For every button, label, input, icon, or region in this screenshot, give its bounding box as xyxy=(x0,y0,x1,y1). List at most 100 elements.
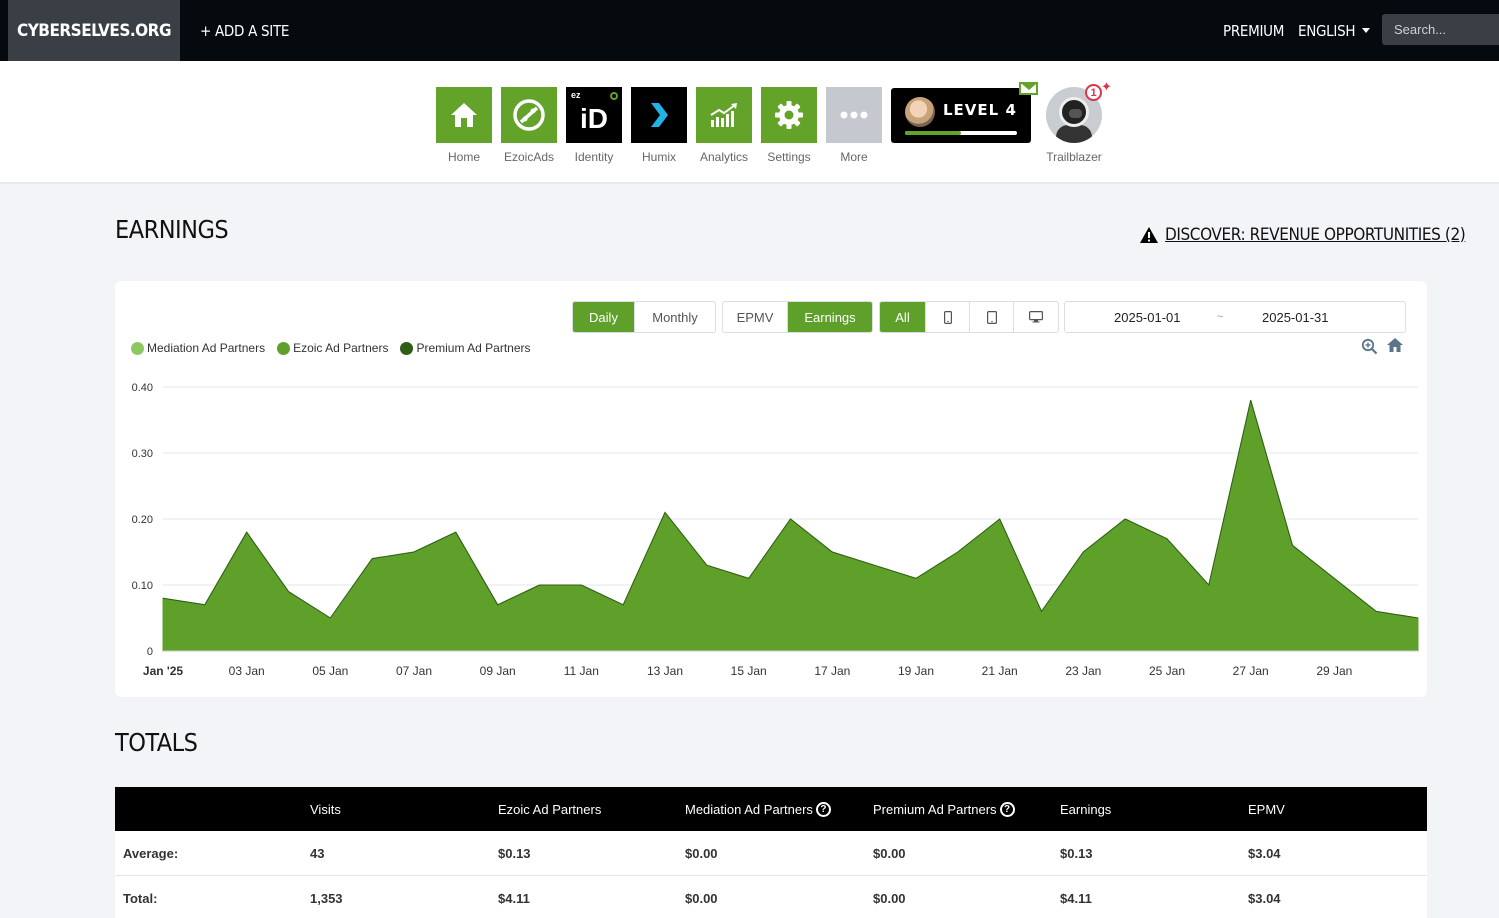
x-tick-label: 21 Jan xyxy=(982,664,1018,678)
legend-item-mediation[interactable]: Mediation Ad Partners xyxy=(131,341,265,355)
add-site-link[interactable]: + ADD A SITE xyxy=(200,0,289,61)
level-label: LEVEL 4 xyxy=(943,101,1017,119)
totals-table: Visits Ezoic Ad Partners Mediation Ad Pa… xyxy=(115,787,1427,918)
app-humix[interactable]: Humix xyxy=(631,87,687,164)
x-tick-label: 11 Jan xyxy=(564,664,599,678)
earnings-button[interactable]: Earnings xyxy=(788,302,872,332)
period-toggle: Daily Monthly xyxy=(572,301,716,333)
app-more[interactable]: More xyxy=(826,87,882,164)
identity-ez-text: ez xyxy=(571,90,581,100)
x-tick-label: 27 Jan xyxy=(1233,664,1269,678)
row-label: Total: xyxy=(123,891,158,906)
table-row: Total: 1,353 $4.11 $0.00 $0.00 $4.11 $3.… xyxy=(115,876,1427,918)
humix-icon xyxy=(651,103,668,127)
cell-premium: $0.00 xyxy=(873,891,906,906)
tablet-button[interactable] xyxy=(970,302,1014,332)
home-icon xyxy=(451,103,477,127)
y-tick-label: 0.40 xyxy=(132,382,153,394)
earnings-area-chart: 0 0.10 0.20 0.30 0.40 Jan '25 03 Jan 05 Jan 07 J… xyxy=(132,382,1419,678)
help-icon[interactable]: ? xyxy=(815,801,831,817)
identity-icon: iD xyxy=(580,103,608,134)
end-date[interactable]: 2025-01-31 xyxy=(1262,310,1329,325)
cell-mediation: $0.00 xyxy=(685,846,718,861)
notification-badge[interactable]: 1 xyxy=(1085,84,1102,101)
epmv-button[interactable]: EPMV xyxy=(723,302,788,332)
discover-revenue-link[interactable]: DISCOVER: REVENUE OPPORTUNITIES (2) xyxy=(1139,225,1466,245)
all-devices-button[interactable]: All xyxy=(880,302,926,332)
cell-mediation: $0.00 xyxy=(685,891,718,906)
x-tick-label: 09 Jan xyxy=(480,664,516,678)
x-tick-label: Jan '25 xyxy=(143,664,184,678)
legend-item-ezoic[interactable]: Ezoic Ad Partners xyxy=(277,341,388,355)
area-series-2 xyxy=(162,400,1419,652)
x-tick-label: 17 Jan xyxy=(814,664,850,678)
table-row: Average: 43 $0.13 $0.00 $0.00 $0.13 $3.0… xyxy=(115,831,1427,876)
daily-button[interactable]: Daily xyxy=(573,302,635,332)
x-tick-label: 15 Jan xyxy=(731,664,767,678)
y-tick-label: 0 xyxy=(147,646,153,658)
discover-link-text: DISCOVER: REVENUE OPPORTUNITIES (2) xyxy=(1165,225,1466,245)
sparkle-icon: ✦ xyxy=(1101,79,1112,94)
site-brand[interactable]: CYBERSELVES.ORG xyxy=(8,0,180,61)
col-visits: Visits xyxy=(310,801,341,817)
app-identity[interactable]: ez iD Identity xyxy=(566,87,622,164)
table-header: Visits Ezoic Ad Partners Mediation Ad Pa… xyxy=(115,787,1427,831)
date-range-picker[interactable]: 2025-01-01 ~ 2025-01-31 xyxy=(1064,301,1406,333)
col-premium: Premium Ad Partners? xyxy=(873,801,1015,817)
cell-visits: 1,353 xyxy=(310,891,343,906)
earnings-title: EARNINGS xyxy=(115,215,229,244)
mail-icon[interactable] xyxy=(1019,82,1038,95)
x-tick-label: 23 Jan xyxy=(1065,664,1101,678)
y-tick-label: 0.30 xyxy=(132,448,153,460)
avatar xyxy=(905,97,935,127)
app-home[interactable]: Home xyxy=(436,87,492,164)
reset-zoom-home-icon[interactable] xyxy=(1386,337,1404,353)
cell-earnings: $4.11 xyxy=(1060,891,1092,906)
search-input[interactable] xyxy=(1382,14,1499,45)
row-label: Average: xyxy=(123,846,179,861)
tablet-icon xyxy=(986,310,997,324)
app-analytics[interactable]: Analytics xyxy=(696,87,752,164)
trailblazer-label: Trailblazer xyxy=(1046,150,1102,164)
legend-item-premium[interactable]: Premium Ad Partners xyxy=(400,341,531,355)
top-bar: CYBERSELVES.ORG + ADD A SITE PREMIUM ENG… xyxy=(0,0,1499,61)
chart-legend: Mediation Ad Partners Ezoic Ad Partners … xyxy=(131,341,543,355)
app-label: More xyxy=(840,150,868,164)
premium-link[interactable]: PREMIUM xyxy=(1223,0,1284,61)
x-tick-label: 29 Jan xyxy=(1316,664,1352,678)
col-epmv: EPMV xyxy=(1248,801,1285,817)
cell-ezoic: $0.13 xyxy=(498,846,531,861)
date-separator: ~ xyxy=(1217,311,1224,323)
more-dots-icon xyxy=(840,111,868,119)
identity-dot-icon xyxy=(610,92,618,100)
language-dropdown[interactable]: ENGLISH xyxy=(1298,0,1371,61)
x-tick-label: 13 Jan xyxy=(647,664,683,678)
help-icon[interactable]: ? xyxy=(999,801,1015,817)
ezoic-ads-icon xyxy=(513,99,545,131)
zoom-icon[interactable] xyxy=(1361,338,1378,355)
monthly-button[interactable]: Monthly xyxy=(635,302,715,332)
analytics-icon xyxy=(710,103,737,127)
app-ezoicads[interactable]: EzoicAds xyxy=(501,87,557,164)
col-ezoic: Ezoic Ad Partners xyxy=(498,801,602,817)
desktop-button[interactable] xyxy=(1014,302,1058,332)
app-settings[interactable]: Settings xyxy=(761,87,817,164)
cell-ezoic: $4.11 xyxy=(498,891,530,906)
device-toggle: All xyxy=(879,301,1059,333)
start-date[interactable]: 2025-01-01 xyxy=(1114,310,1181,325)
x-tick-label: 03 Jan xyxy=(229,664,265,678)
mobile-button[interactable] xyxy=(926,302,970,332)
cell-visits: 43 xyxy=(310,846,325,861)
x-tick-label: 19 Jan xyxy=(898,664,934,678)
metric-toggle: EPMV Earnings xyxy=(722,301,873,333)
level-progress-bar xyxy=(905,131,1017,135)
x-tick-label: 07 Jan xyxy=(396,664,432,678)
level-badge[interactable]: LEVEL 4 xyxy=(891,88,1031,143)
desktop-icon xyxy=(1029,311,1043,323)
cell-premium: $0.00 xyxy=(873,846,906,861)
x-tick-label: 25 Jan xyxy=(1149,664,1185,678)
col-earnings: Earnings xyxy=(1060,801,1112,817)
gear-icon xyxy=(775,101,803,129)
cell-epmv: $3.04 xyxy=(1248,846,1281,861)
caret-down-icon xyxy=(1362,28,1371,33)
